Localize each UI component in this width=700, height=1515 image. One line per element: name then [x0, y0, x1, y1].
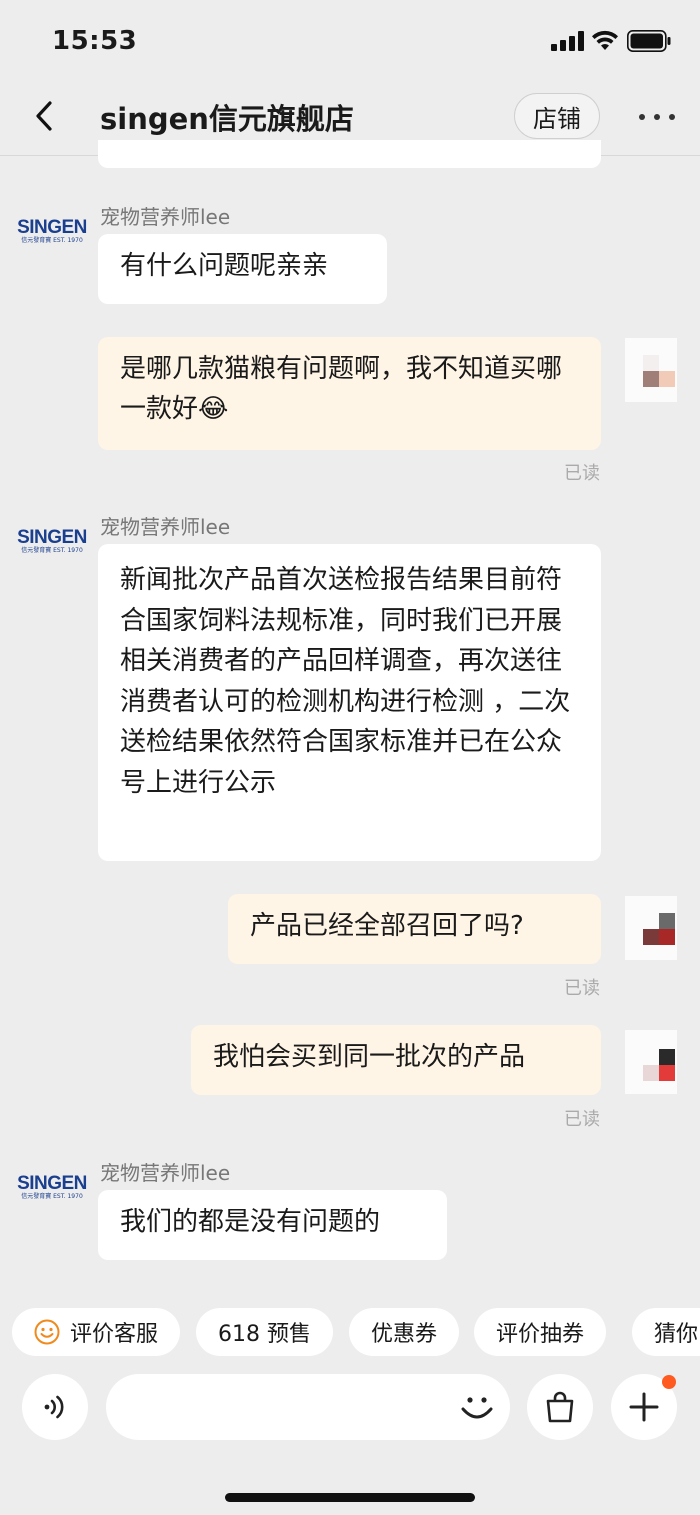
- incoming-message-bubble[interactable]: 新闻批次产品首次送检报告结果目前符合国家饲料法规标准，同时我们已开展相关消费者的…: [98, 544, 601, 861]
- chip-coupons[interactable]: 优惠券: [349, 1308, 460, 1356]
- chevron-left-icon: [36, 101, 52, 131]
- chip-label: 优惠券: [371, 1322, 438, 1347]
- sender-name: 宠物营养师lee: [100, 515, 231, 539]
- outgoing-message-bubble[interactable]: 我怕会买到同一批次的产品: [191, 1025, 601, 1095]
- product-bag-button[interactable]: [527, 1374, 593, 1440]
- emoji-icon: [461, 1397, 493, 1419]
- back-button[interactable]: [26, 98, 62, 134]
- sender-name: 宠物营养师lee: [100, 1161, 231, 1185]
- read-status: 已读: [564, 1109, 600, 1130]
- battery-icon: [627, 30, 671, 52]
- cellular-signal-icon: [551, 31, 584, 51]
- status-bar: 15:53: [0, 0, 700, 82]
- voice-input-button[interactable]: [22, 1374, 88, 1440]
- outgoing-message-bubble[interactable]: 产品已经全部召回了吗?: [228, 894, 601, 964]
- shop-brand-sub: 信元發育寶 EST. 1970: [21, 1193, 83, 1200]
- more-dot-icon: [639, 114, 645, 120]
- notification-dot: [662, 1375, 676, 1389]
- smiley-icon: [34, 1319, 60, 1345]
- shop-brand-logo: SINGEN: [17, 527, 87, 548]
- shop-brand-sub: 信元發育寶 EST. 1970: [21, 547, 83, 554]
- chip-rate-lottery[interactable]: 评价抽券: [474, 1308, 607, 1356]
- outgoing-message-bubble[interactable]: 是哪几款猫粮有问题啊，我不知道买哪一款好😂: [98, 337, 601, 450]
- wifi-icon: [592, 30, 618, 50]
- shop-brand-sub: 信元發育寶 EST. 1970: [21, 237, 83, 244]
- store-button[interactable]: 店铺: [514, 93, 600, 139]
- shop-avatar[interactable]: SINGEN 信元發育寶 EST. 1970: [14, 1172, 90, 1204]
- read-status: 已读: [564, 978, 600, 999]
- chip-guess[interactable]: 猜你: [632, 1308, 700, 1356]
- page-title: singen信元旗舰店: [100, 102, 354, 136]
- chip-label: 评价抽券: [496, 1322, 585, 1347]
- shop-avatar[interactable]: SINGEN 信元發育寶 EST. 1970: [14, 216, 90, 248]
- user-avatar[interactable]: [625, 1030, 677, 1094]
- chip-label: 评价客服: [70, 1322, 159, 1347]
- incoming-message-bubble[interactable]: 有什么问题呢亲亲: [98, 234, 387, 304]
- emoji-button[interactable]: [456, 1386, 498, 1428]
- incoming-message-bubble[interactable]: 我们的都是没有问题的: [98, 1190, 447, 1260]
- user-avatar[interactable]: [625, 338, 677, 402]
- sender-name: 宠物营养师lee: [100, 205, 231, 229]
- chip-rate-service[interactable]: 评价客服: [12, 1308, 181, 1356]
- message-input[interactable]: [106, 1374, 510, 1440]
- chip-label: 猜你: [654, 1322, 699, 1347]
- chip-label: 618 预售: [218, 1322, 311, 1347]
- more-dot-icon: [669, 114, 675, 120]
- read-status: 已读: [564, 463, 600, 484]
- chip-618-presale[interactable]: 618 预售: [196, 1308, 333, 1356]
- previous-message-bubble: [98, 140, 601, 168]
- voice-icon: [44, 1395, 64, 1419]
- more-options-button[interactable]: [635, 100, 679, 134]
- plus-icon: [629, 1392, 659, 1422]
- home-indicator: [225, 1493, 475, 1502]
- shop-avatar[interactable]: SINGEN 信元發育寶 EST. 1970: [14, 526, 90, 558]
- shop-brand-logo: SINGEN: [17, 217, 87, 238]
- shopping-bag-icon: [546, 1391, 574, 1423]
- user-avatar[interactable]: [625, 896, 677, 960]
- more-dot-icon: [654, 114, 660, 120]
- shop-brand-logo: SINGEN: [17, 1173, 87, 1194]
- status-time: 15:53: [52, 26, 138, 56]
